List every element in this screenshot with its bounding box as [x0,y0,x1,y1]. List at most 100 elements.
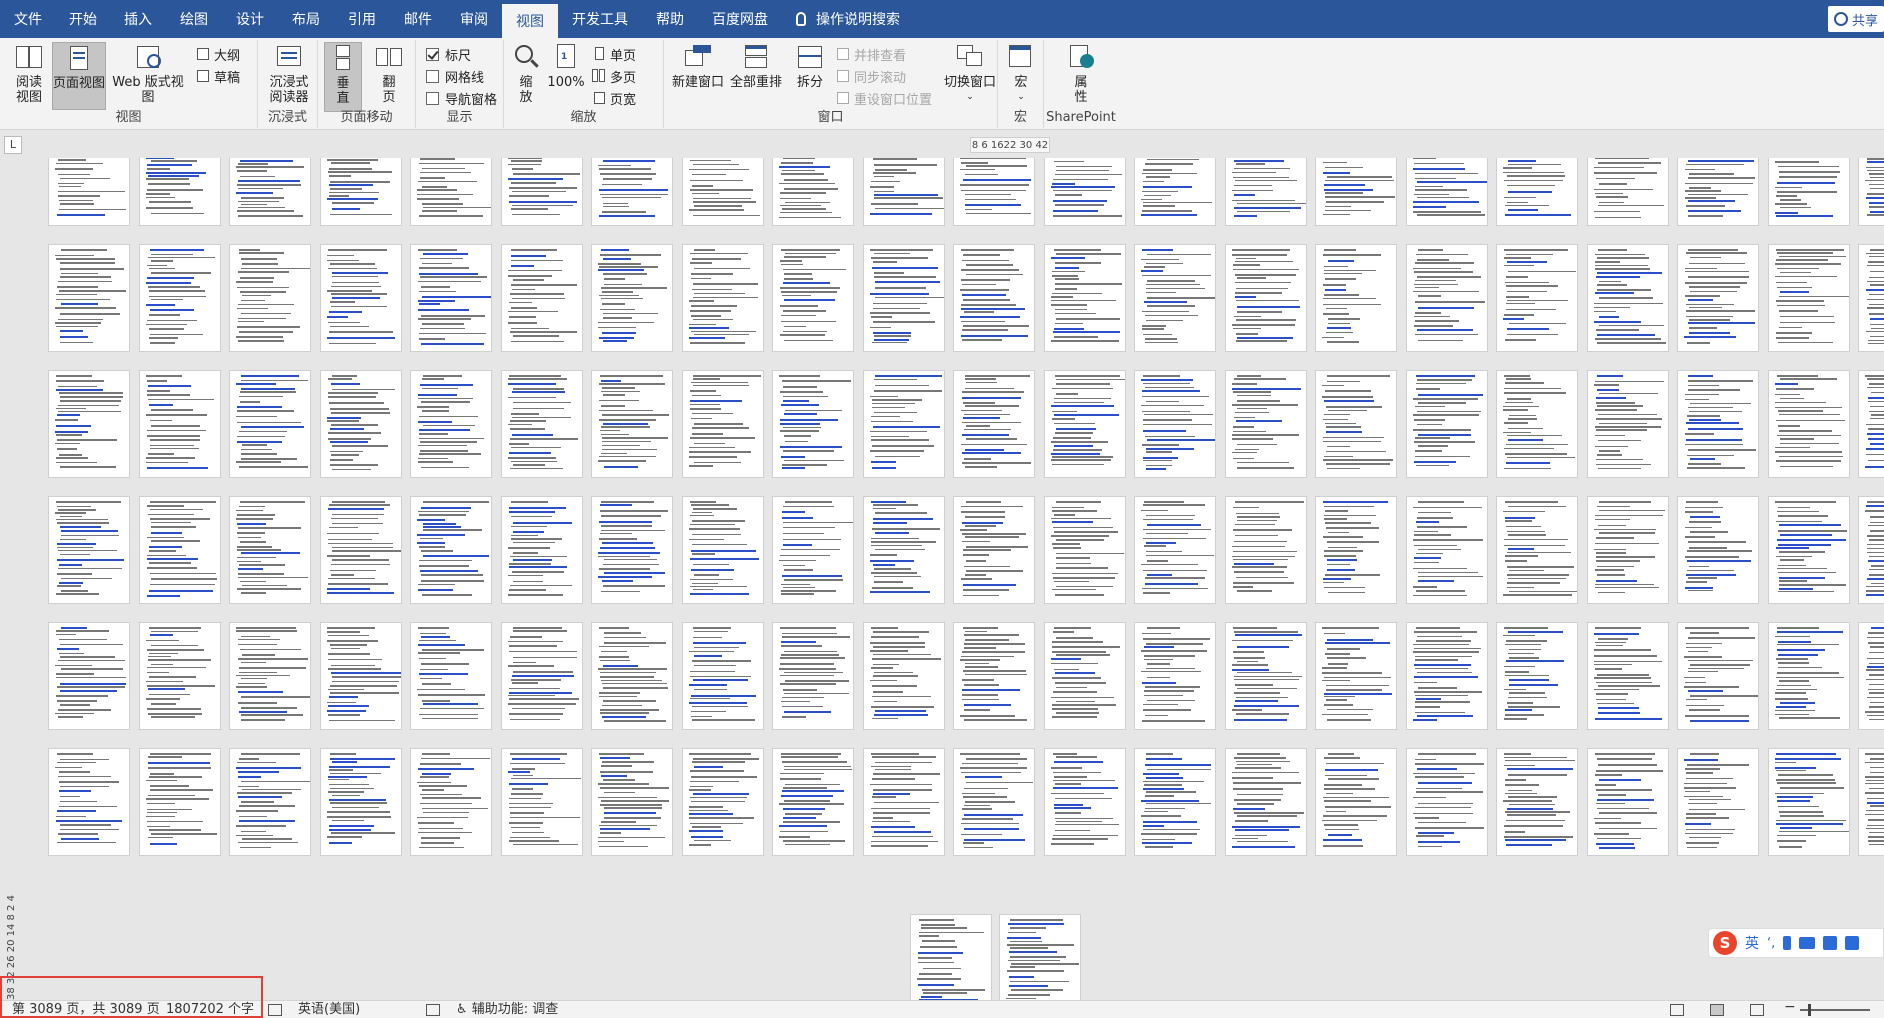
tab-selector[interactable]: L [4,136,22,154]
page-thumbnail[interactable] [1405,158,1488,226]
page-thumbnail[interactable] [1315,370,1397,478]
page-thumbnail[interactable] [591,748,673,856]
tab-draw[interactable]: 绘图 [166,0,222,38]
page-thumbnail[interactable] [1134,244,1216,352]
nav-pane-check-box[interactable] [426,91,439,105]
split-button[interactable]: 拆分 [790,42,830,90]
page-thumbnail[interactable] [500,244,583,352]
page-thumbnail[interactable] [681,244,764,352]
skin-icon[interactable] [1823,936,1838,950]
page-thumbnail[interactable] [138,244,221,352]
macro-record-icon[interactable] [426,1004,440,1016]
page-thumbnail[interactable] [138,496,221,604]
print-layout-button[interactable]: 页面视图 [52,42,106,110]
page-thumbnail[interactable] [1677,622,1759,730]
page-thumbnail[interactable] [1496,622,1578,730]
page-thumbnail[interactable] [1858,244,1884,352]
page-thumbnail[interactable] [1586,158,1669,226]
nav-pane-checkbox[interactable]: 导航窗格 [426,88,497,108]
page-thumbnail[interactable] [48,622,130,730]
page-thumbnail[interactable] [1043,158,1126,226]
page-thumbnail[interactable] [1767,158,1850,226]
share-button[interactable]: 共享 [1827,6,1884,32]
ime-toolbar[interactable]: S 英 ‘, [1708,928,1884,958]
page-thumbnail[interactable] [1677,244,1759,352]
print-layout-view-icon[interactable] [1710,1004,1724,1016]
page-thumbnail[interactable] [953,370,1035,478]
page-thumbnail[interactable] [1586,496,1669,604]
page-thumbnail[interactable] [410,370,492,478]
read-mode-button[interactable]: 阅读 视图 [8,42,50,105]
zoom-slider-thumb[interactable] [1808,1004,1811,1016]
switch-windows-button[interactable]: 切换窗口 ⌄ [944,42,996,105]
page-thumbnail[interactable] [229,496,311,604]
page-thumbnail[interactable] [1043,496,1126,604]
page-thumbnail[interactable] [862,158,945,226]
page-thumbnail[interactable] [953,244,1035,352]
tab-references[interactable]: 引用 [334,0,390,38]
toolbox-icon[interactable] [1845,936,1860,950]
page-thumbnail[interactable] [1677,370,1759,478]
page-thumbnail[interactable] [1224,748,1307,856]
page-thumbnail[interactable] [319,370,402,478]
tab-home[interactable]: 开始 [56,0,110,38]
page-thumbnail[interactable] [229,370,311,478]
accessibility-status[interactable]: ♿ 辅助功能: 调查 [456,1001,558,1018]
page-thumbnail[interactable] [1224,496,1307,604]
page-thumbnail[interactable] [953,622,1035,730]
page-thumbnail[interactable] [1496,496,1578,604]
page-thumbnail[interactable] [591,496,673,604]
tab-design[interactable]: 设计 [222,0,278,38]
tab-file[interactable]: 文件 [0,0,56,38]
page-thumbnail[interactable] [999,914,1081,1000]
tab-layout[interactable]: 布局 [278,0,334,38]
page-thumbnail[interactable] [1315,496,1397,604]
page-thumbnail[interactable] [772,496,854,604]
tab-mailings[interactable]: 邮件 [390,0,446,38]
proofing-icon[interactable] [268,1004,282,1016]
page-thumbnail[interactable] [862,622,945,730]
page-thumbnail[interactable] [138,622,221,730]
web-layout-view-icon[interactable] [1750,1004,1764,1016]
page-thumbnail[interactable] [591,244,673,352]
page-thumbnail[interactable] [138,158,221,226]
page-thumbnail[interactable] [1586,748,1669,856]
page-thumbnail[interactable] [319,496,402,604]
gridlines-check-box[interactable] [426,69,439,83]
page-thumbnail[interactable] [1134,158,1216,226]
page-thumbnail[interactable] [1496,158,1578,226]
page-thumbnail[interactable] [1405,370,1488,478]
page-thumbnail[interactable] [862,748,945,856]
arrange-all-button[interactable]: 全部重排 [726,42,786,90]
zoom-out-button[interactable]: − [1784,999,1796,1015]
page-thumbnail[interactable] [772,370,854,478]
page-width-button[interactable]: 页宽 [592,88,636,108]
page-thumbnail[interactable] [1043,622,1126,730]
page-thumbnail[interactable] [48,748,130,856]
tab-help[interactable]: 帮助 [642,0,698,38]
page-thumbnail[interactable] [862,244,945,352]
page-thumbnail[interactable] [681,496,764,604]
page-thumbnail[interactable] [1405,244,1488,352]
page-thumbnail[interactable] [500,158,583,226]
page-thumbnail[interactable] [410,622,492,730]
page-thumbnail[interactable] [500,496,583,604]
page-thumbnail[interactable] [229,748,311,856]
page-thumbnail[interactable] [591,158,673,226]
page-thumbnail[interactable] [953,158,1035,226]
page-thumbnail[interactable] [1858,158,1884,226]
microphone-icon[interactable] [1783,936,1792,950]
page-thumbnail[interactable] [953,748,1035,856]
page-thumbnail[interactable] [953,496,1035,604]
page-thumbnail[interactable] [1315,622,1397,730]
synchronous-scrolling-button[interactable]: 同步滚动 [836,66,906,86]
page-thumbnail[interactable] [138,370,221,478]
page-thumbnail[interactable] [319,748,402,856]
tell-me-search[interactable]: 操作说明搜索 [782,0,914,38]
page-thumbnail[interactable] [772,622,854,730]
punctuation-icon[interactable]: ‘, [1767,936,1775,951]
page-thumbnail[interactable] [1405,622,1488,730]
vertical-button[interactable]: 垂 直 [324,42,362,112]
page-thumbnail[interactable] [772,748,854,856]
reset-window-position-button[interactable]: 重设窗口位置 [836,88,932,108]
